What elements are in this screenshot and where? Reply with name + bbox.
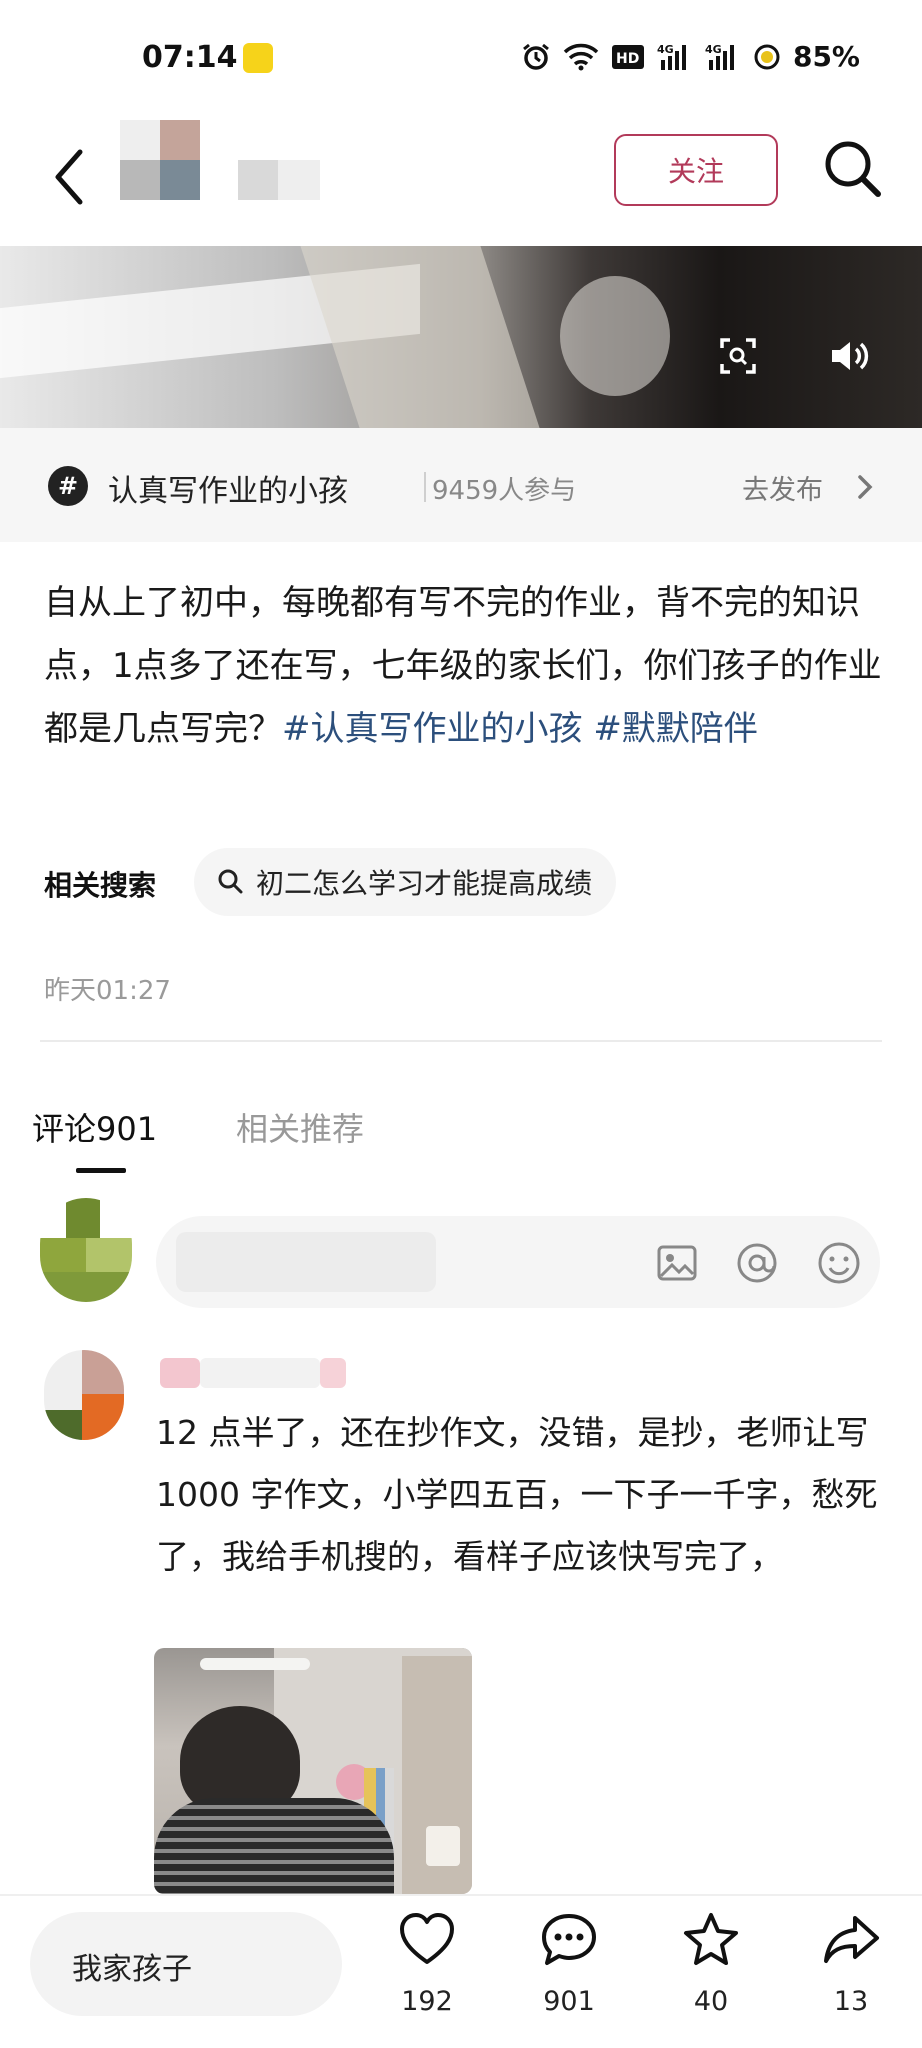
search-icon[interactable] bbox=[818, 134, 888, 204]
like-count: 192 bbox=[401, 1986, 453, 2017]
topic-bar[interactable]: # 认真写作业的小孩 9459人参与 去发布 bbox=[0, 428, 922, 542]
topic-name[interactable]: 认真写作业的小孩 bbox=[108, 466, 348, 510]
back-arrow-icon[interactable] bbox=[48, 142, 92, 212]
post-timestamp: 昨天01:27 bbox=[44, 976, 171, 1006]
bottom-comment-input[interactable]: 我家孩子 bbox=[30, 1912, 342, 2016]
signal-4g-icon: 4G bbox=[657, 43, 686, 70]
comment-bubble-icon bbox=[542, 1914, 596, 1965]
related-search-label: 相关搜索 bbox=[44, 869, 157, 902]
svg-text:4G: 4G bbox=[705, 43, 722, 56]
share-arrow-icon bbox=[824, 1916, 879, 1963]
post-video[interactable] bbox=[0, 246, 922, 428]
comment-input[interactable] bbox=[156, 1216, 880, 1308]
hd-icon: HD bbox=[611, 44, 644, 69]
signal-4g-icon-2: 4G bbox=[705, 43, 734, 70]
topic-participants: 9459人参与 bbox=[432, 476, 577, 506]
hashtag-link[interactable]: #认真写作业的小孩 bbox=[282, 709, 583, 749]
commenter-name[interactable] bbox=[160, 1358, 370, 1392]
battery-level: 85% bbox=[792, 40, 860, 73]
comment-image-detail bbox=[154, 1798, 394, 1894]
emoji-icon[interactable] bbox=[816, 1240, 862, 1286]
author-avatar[interactable] bbox=[120, 120, 200, 200]
volume-icon[interactable] bbox=[828, 336, 870, 376]
top-nav: 关注 bbox=[0, 116, 922, 246]
comment-input-placeholder bbox=[176, 1232, 436, 1292]
image-icon[interactable] bbox=[654, 1240, 700, 1286]
follow-button[interactable]: 关注 bbox=[614, 134, 778, 206]
video-frame-detail bbox=[300, 246, 540, 428]
chevron-right-icon[interactable] bbox=[856, 474, 874, 500]
tab-comments[interactable]: 评论901 bbox=[32, 1104, 157, 1150]
related-search-chip[interactable]: 初二怎么学习才能提高成绩 bbox=[194, 848, 617, 916]
share-count: 13 bbox=[833, 1986, 869, 2017]
svg-text:4G: 4G bbox=[657, 43, 674, 56]
divider bbox=[40, 1040, 882, 1042]
heart-icon bbox=[400, 1913, 454, 1964]
comment-image-detail bbox=[426, 1826, 460, 1866]
comment-text: 12 点半了，还在抄作文，没错，是抄，老师让写 1000 字作文，小学四五百，一… bbox=[156, 1413, 878, 1576]
comment-image[interactable] bbox=[154, 1648, 472, 1894]
hashtag-link[interactable]: #默默陪伴 bbox=[593, 709, 758, 749]
related-search-query: 初二怎么学习才能提高成绩 bbox=[256, 867, 593, 900]
star-icon bbox=[684, 1913, 738, 1965]
comment-button[interactable]: 901 bbox=[524, 1910, 614, 2040]
comment-count: 901 bbox=[543, 1986, 595, 2017]
video-frame-detail bbox=[560, 276, 670, 396]
share-button[interactable]: 13 bbox=[806, 1910, 896, 2040]
commenter-avatar[interactable] bbox=[44, 1350, 124, 1440]
status-bar: 07:14 HD 4G 4G 85% bbox=[0, 0, 922, 116]
svg-text:HD: HD bbox=[616, 51, 639, 67]
bottom-action-bar: 我家孩子 192 901 40 13 bbox=[0, 1894, 922, 2048]
favorite-count: 40 bbox=[693, 1986, 729, 2017]
alarm-icon bbox=[523, 43, 549, 70]
tab-active-indicator bbox=[76, 1168, 126, 1173]
like-button[interactable]: 192 bbox=[382, 1910, 472, 2040]
battery-saver-icon bbox=[754, 44, 780, 69]
app-notification-icon bbox=[243, 43, 273, 73]
post-body: 自从上了初中，每晚都有写不完的作业，背不完的知识点，1点多了还在写，七年级的家长… bbox=[44, 572, 884, 761]
fullscreen-zoom-icon[interactable] bbox=[718, 336, 758, 376]
my-avatar bbox=[40, 1198, 132, 1302]
favorite-button[interactable]: 40 bbox=[666, 1910, 756, 2040]
publish-link[interactable]: 去发布 bbox=[742, 468, 823, 507]
topic-divider bbox=[424, 472, 426, 502]
status-time: 07:14 bbox=[142, 40, 238, 75]
hashtag-icon: # bbox=[48, 466, 88, 506]
bottom-input-text: 我家孩子 bbox=[72, 1952, 192, 1987]
status-indicators: HD 4G 4G 85% bbox=[521, 40, 860, 73]
comment-image-detail bbox=[200, 1658, 310, 1670]
search-icon bbox=[218, 869, 243, 894]
mention-icon[interactable] bbox=[734, 1240, 780, 1286]
tab-related[interactable]: 相关推荐 bbox=[236, 1104, 364, 1150]
author-name-fragment bbox=[278, 160, 320, 200]
wifi-icon bbox=[563, 43, 599, 70]
